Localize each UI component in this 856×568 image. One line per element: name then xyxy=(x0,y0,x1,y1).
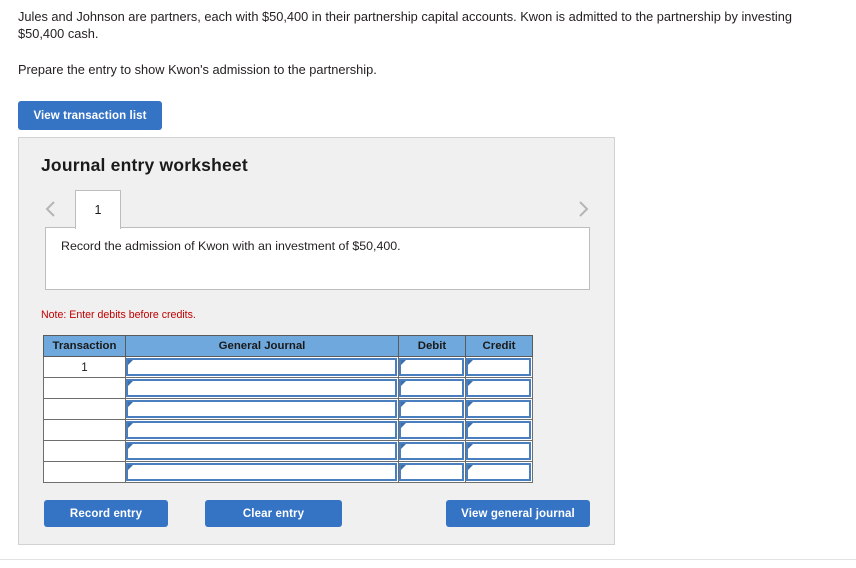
problem-paragraph-2: Prepare the entry to show Kwon's admissi… xyxy=(18,62,377,77)
problem-statement: Jules and Johnson are partners, each wit… xyxy=(18,8,830,78)
instruction-text: Record the admission of Kwon with an inv… xyxy=(61,239,401,253)
journal-entry-worksheet-panel: Journal entry worksheet 1 Record the adm… xyxy=(18,137,615,545)
cell-credit-input[interactable] xyxy=(466,379,531,397)
table-row xyxy=(43,419,533,441)
cell-debit xyxy=(398,461,466,483)
clear-entry-button[interactable]: Clear entry xyxy=(205,500,342,527)
cell-credit xyxy=(465,377,533,399)
cell-transaction xyxy=(43,377,126,399)
column-header-credit: Credit xyxy=(465,335,533,357)
cell-debit-input[interactable] xyxy=(399,379,464,397)
column-header-transaction: Transaction xyxy=(43,335,126,357)
cell-general-journal-input[interactable] xyxy=(126,463,397,481)
cell-debit xyxy=(398,440,466,462)
cell-general-journal xyxy=(125,419,399,441)
column-header-general-journal: General Journal xyxy=(125,335,399,357)
cell-general-journal xyxy=(125,377,399,399)
page-bottom-divider xyxy=(0,559,856,560)
view-transaction-list-button[interactable]: View transaction list xyxy=(18,101,162,130)
table-header-row: Transaction General Journal Debit Credit xyxy=(43,335,533,357)
cell-transaction xyxy=(43,440,126,462)
chevron-left-icon[interactable] xyxy=(37,189,63,228)
worksheet-title: Journal entry worksheet xyxy=(41,155,248,175)
table-row xyxy=(43,398,533,420)
chevron-right-icon[interactable] xyxy=(570,189,596,228)
table-row: 1 xyxy=(43,356,533,378)
worksheet-tab-1[interactable]: 1 xyxy=(75,190,121,229)
cell-credit-input[interactable] xyxy=(466,358,531,376)
table-row xyxy=(43,440,533,462)
cell-debit-input[interactable] xyxy=(399,463,464,481)
cell-general-journal-input[interactable] xyxy=(126,358,397,376)
view-general-journal-button[interactable]: View general journal xyxy=(446,500,590,527)
cell-debit-input[interactable] xyxy=(399,400,464,418)
cell-debit-input[interactable] xyxy=(399,442,464,460)
cell-debit-input[interactable] xyxy=(399,358,464,376)
cell-credit xyxy=(465,419,533,441)
table-row xyxy=(43,461,533,483)
cell-transaction xyxy=(43,398,126,420)
cell-transaction: 1 xyxy=(43,356,126,378)
cell-credit xyxy=(465,461,533,483)
cell-general-journal-input[interactable] xyxy=(126,421,397,439)
cell-general-journal-input[interactable] xyxy=(126,442,397,460)
cell-general-journal-input[interactable] xyxy=(126,379,397,397)
cell-debit xyxy=(398,419,466,441)
cell-credit-input[interactable] xyxy=(466,463,531,481)
cell-credit-input[interactable] xyxy=(466,421,531,439)
cell-transaction xyxy=(43,461,126,483)
debits-before-credits-note: Note: Enter debits before credits. xyxy=(41,309,196,321)
cell-credit-input[interactable] xyxy=(466,442,531,460)
journal-entry-table: Transaction General Journal Debit Credit… xyxy=(43,335,533,483)
record-entry-button[interactable]: Record entry xyxy=(44,500,168,527)
cell-credit xyxy=(465,398,533,420)
table-row xyxy=(43,377,533,399)
cell-debit-input[interactable] xyxy=(399,421,464,439)
cell-general-journal xyxy=(125,440,399,462)
cell-general-journal xyxy=(125,461,399,483)
cell-credit-input[interactable] xyxy=(466,400,531,418)
problem-paragraph-1: Jules and Johnson are partners, each wit… xyxy=(18,9,792,41)
worksheet-pager: 1 xyxy=(19,189,614,229)
cell-general-journal xyxy=(125,356,399,378)
cell-debit xyxy=(398,377,466,399)
cell-general-journal xyxy=(125,398,399,420)
cell-debit xyxy=(398,398,466,420)
column-header-debit: Debit xyxy=(398,335,466,357)
cell-credit xyxy=(465,356,533,378)
instruction-box: Record the admission of Kwon with an inv… xyxy=(45,227,590,290)
journal-entry-rows: 1 xyxy=(43,356,533,483)
cell-credit xyxy=(465,440,533,462)
cell-debit xyxy=(398,356,466,378)
cell-general-journal-input[interactable] xyxy=(126,400,397,418)
cell-transaction xyxy=(43,419,126,441)
worksheet-tab-label: 1 xyxy=(94,203,102,217)
